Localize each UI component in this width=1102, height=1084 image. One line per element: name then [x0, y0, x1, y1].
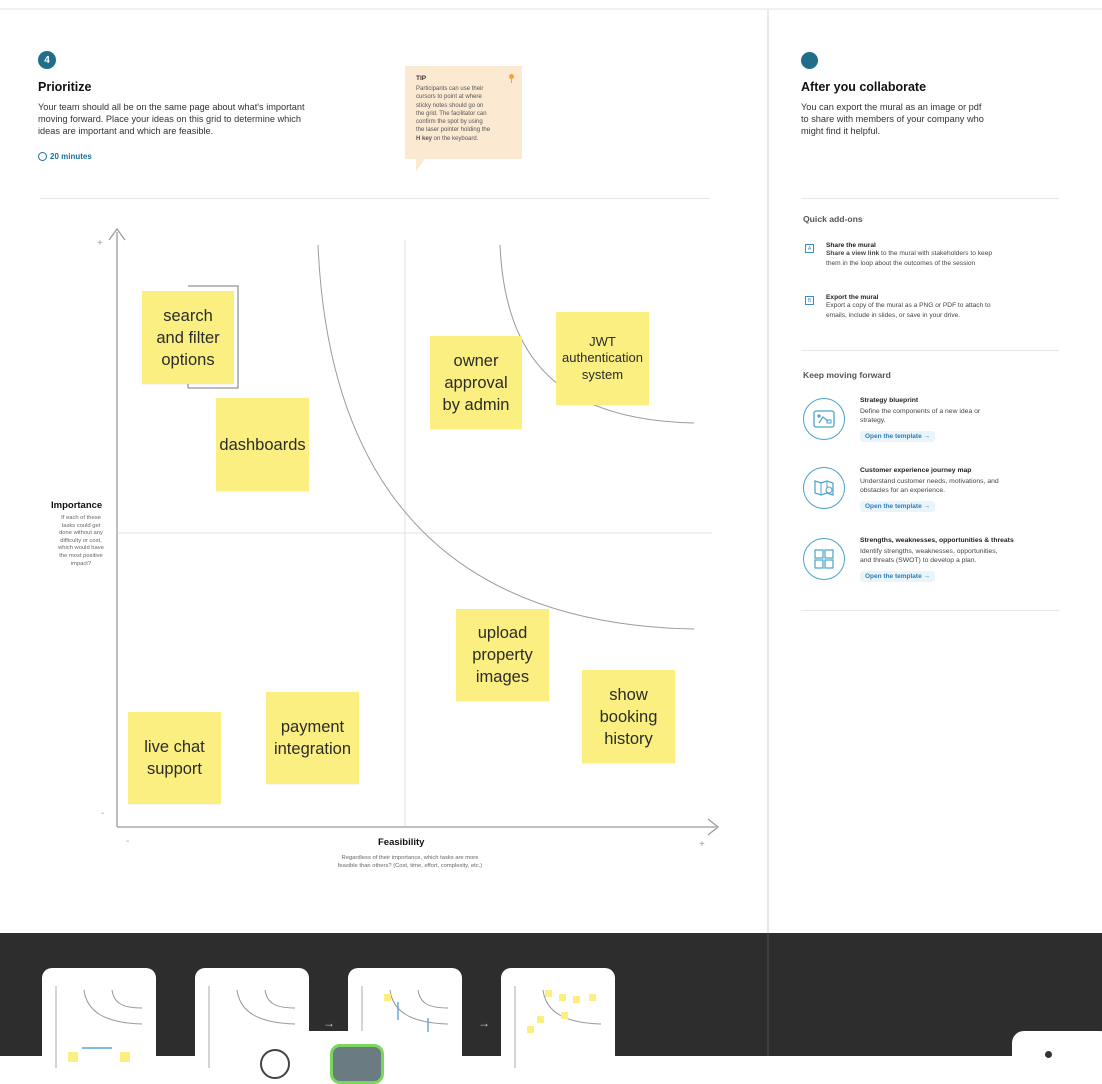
addon-title: Share the mural — [826, 242, 876, 249]
y-axis-subtitle: If each of these tasks could get done wi… — [44, 515, 118, 568]
arrow-right-icon: → — [478, 1016, 490, 1030]
template-strategy-blueprint: Strategy blueprint Define the components… — [860, 397, 1055, 443]
x-sub-line: Regardless of their importance, which ta… — [341, 855, 479, 861]
thumbnail-step-4[interactable] — [501, 968, 615, 1068]
sticky-line: upload — [477, 624, 528, 642]
circle-tool-icon[interactable] — [260, 1049, 290, 1079]
x-axis-title: Feasibility — [378, 837, 425, 848]
addon-bold: Share a view link — [826, 250, 880, 257]
sticky-search-filter[interactable]: search and filter options — [142, 291, 234, 384]
template-title: Strengths, weaknesses, opportunities & t… — [860, 537, 1014, 544]
active-tool-button[interactable] — [330, 1044, 384, 1084]
template-title: Strategy blueprint — [860, 397, 919, 404]
sticky-line: system — [581, 366, 624, 382]
sticky-line: integration — [273, 740, 352, 758]
right-title: After you collaborate — [801, 80, 927, 94]
sticky-line: options — [161, 350, 215, 369]
addon-a-icon: A — [805, 244, 814, 253]
sticky-line: support — [146, 760, 203, 778]
sticky-line: by admin — [442, 395, 510, 414]
addon-share[interactable]: Share the mural Share a view link to the… — [826, 242, 1056, 268]
sticky-owner-approval[interactable]: owner approval by admin — [430, 336, 522, 429]
addon-rest: to the mural with stakeholders to keep — [879, 250, 993, 257]
bottom-divider — [767, 933, 769, 1056]
addon-text: Share a view link to the mural with stak… — [826, 249, 1056, 259]
right-description: You can export the mural as an image or … — [801, 101, 1051, 137]
template-swot: Strengths, weaknesses, opportunities & t… — [860, 537, 1060, 583]
open-template-link[interactable]: Open the template → — [860, 501, 936, 512]
right-divider-2 — [801, 350, 1059, 351]
sticky-line: owner — [453, 351, 499, 370]
template-text: Understand customer needs, motivations, … — [860, 478, 999, 485]
y-sub-line: which would have — [58, 545, 104, 552]
addon-text: Export a copy of the mural as a PNG or P… — [826, 302, 991, 309]
template-journey-map: Customer experience journey map Understa… — [860, 467, 1055, 513]
journey-map-icon — [803, 467, 845, 509]
x-axis-minus: - — [126, 836, 130, 847]
x-axis-subtitle: Regardless of their importance, which ta… — [300, 855, 520, 870]
y-sub-line: done without any — [59, 530, 103, 537]
dot-icon — [1045, 1051, 1052, 1058]
addon-export[interactable]: Export the mural Export a copy of the mu… — [826, 294, 1056, 320]
sticky-line: show — [609, 685, 648, 704]
sticky-live-chat[interactable]: live chat support — [128, 712, 221, 804]
template-title: Customer experience journey map — [860, 467, 972, 474]
corner-widget[interactable] — [1012, 1031, 1102, 1071]
sticky-line: payment — [280, 718, 345, 736]
sticky-line: property — [472, 646, 533, 664]
keep-moving-heading: Keep moving forward — [803, 370, 891, 380]
sticky-dashboards[interactable]: dashboards — [216, 398, 309, 491]
addon-title: Export the mural — [826, 294, 879, 301]
sticky-payment[interactable]: payment integration — [266, 692, 359, 784]
sticky-line: approval — [444, 373, 508, 392]
sticky-line: JWT — [589, 333, 616, 349]
sticky-line: dashboards — [219, 435, 306, 454]
y-axis-minus: - — [101, 808, 105, 819]
right-divider-3 — [801, 610, 1059, 611]
right-divider-1 — [801, 198, 1059, 199]
sticky-booking-history[interactable]: show booking history — [582, 670, 675, 763]
y-sub-line: If each of these — [61, 515, 101, 521]
thumbnail-step-1[interactable] — [42, 968, 156, 1068]
y-sub-line: the most positive — [59, 552, 103, 559]
open-template-link[interactable]: Open the template → — [860, 431, 936, 442]
open-template-link[interactable]: Open the template → — [860, 571, 936, 582]
description-line: to share with members of your company wh… — [801, 114, 984, 124]
y-sub-line: impact? — [70, 560, 92, 567]
quick-addons-heading: Quick add-ons — [803, 214, 863, 224]
y-axis-plus: + — [97, 238, 103, 249]
template-text: Define the components of a new idea or — [860, 408, 981, 415]
priority-grid — [108, 227, 720, 836]
template-text: obstacles for an experience. — [860, 487, 946, 494]
sticky-line: history — [604, 729, 653, 748]
template-text: Identify strengths, weaknesses, opportun… — [860, 548, 998, 555]
sticky-jwt[interactable]: JWT authentication system — [556, 312, 649, 405]
sticky-upload-images[interactable]: upload property images — [456, 609, 549, 701]
y-sub-line: difficulty or cost, — [60, 537, 102, 544]
step-badge-dot — [801, 52, 818, 69]
sticky-line: authentication — [562, 350, 643, 366]
large-curve — [317, 244, 695, 630]
template-text: strategy. — [860, 417, 886, 424]
y-axis-title: Importance — [51, 500, 103, 511]
description-line: might find it helpful. — [801, 126, 881, 136]
description-line: You can export the mural as an image or … — [801, 102, 982, 112]
sticky-line: and filter — [156, 328, 220, 347]
x-sub-line: feasible than others? (Cost, time, effor… — [337, 862, 483, 869]
addon-text-2: them in the loop about the outcomes of t… — [826, 259, 976, 267]
addon-text-2: emails, include in slides, or save in yo… — [826, 311, 961, 319]
addon-b-icon: B — [805, 296, 814, 305]
sticky-line: booking — [599, 707, 658, 726]
floating-toolbar[interactable] — [238, 1031, 398, 1084]
y-sub-line: tasks could get — [61, 522, 101, 529]
x-axis-plus: + — [699, 839, 705, 850]
sticky-line: search — [163, 306, 213, 325]
sticky-line: live chat — [144, 738, 205, 756]
arrow-right-icon: → — [323, 1016, 335, 1030]
strategy-blueprint-icon — [803, 398, 845, 440]
sticky-line: images — [475, 668, 530, 686]
swot-icon — [803, 538, 845, 580]
template-text: and threats (SWOT) to develop a plan. — [860, 557, 977, 564]
